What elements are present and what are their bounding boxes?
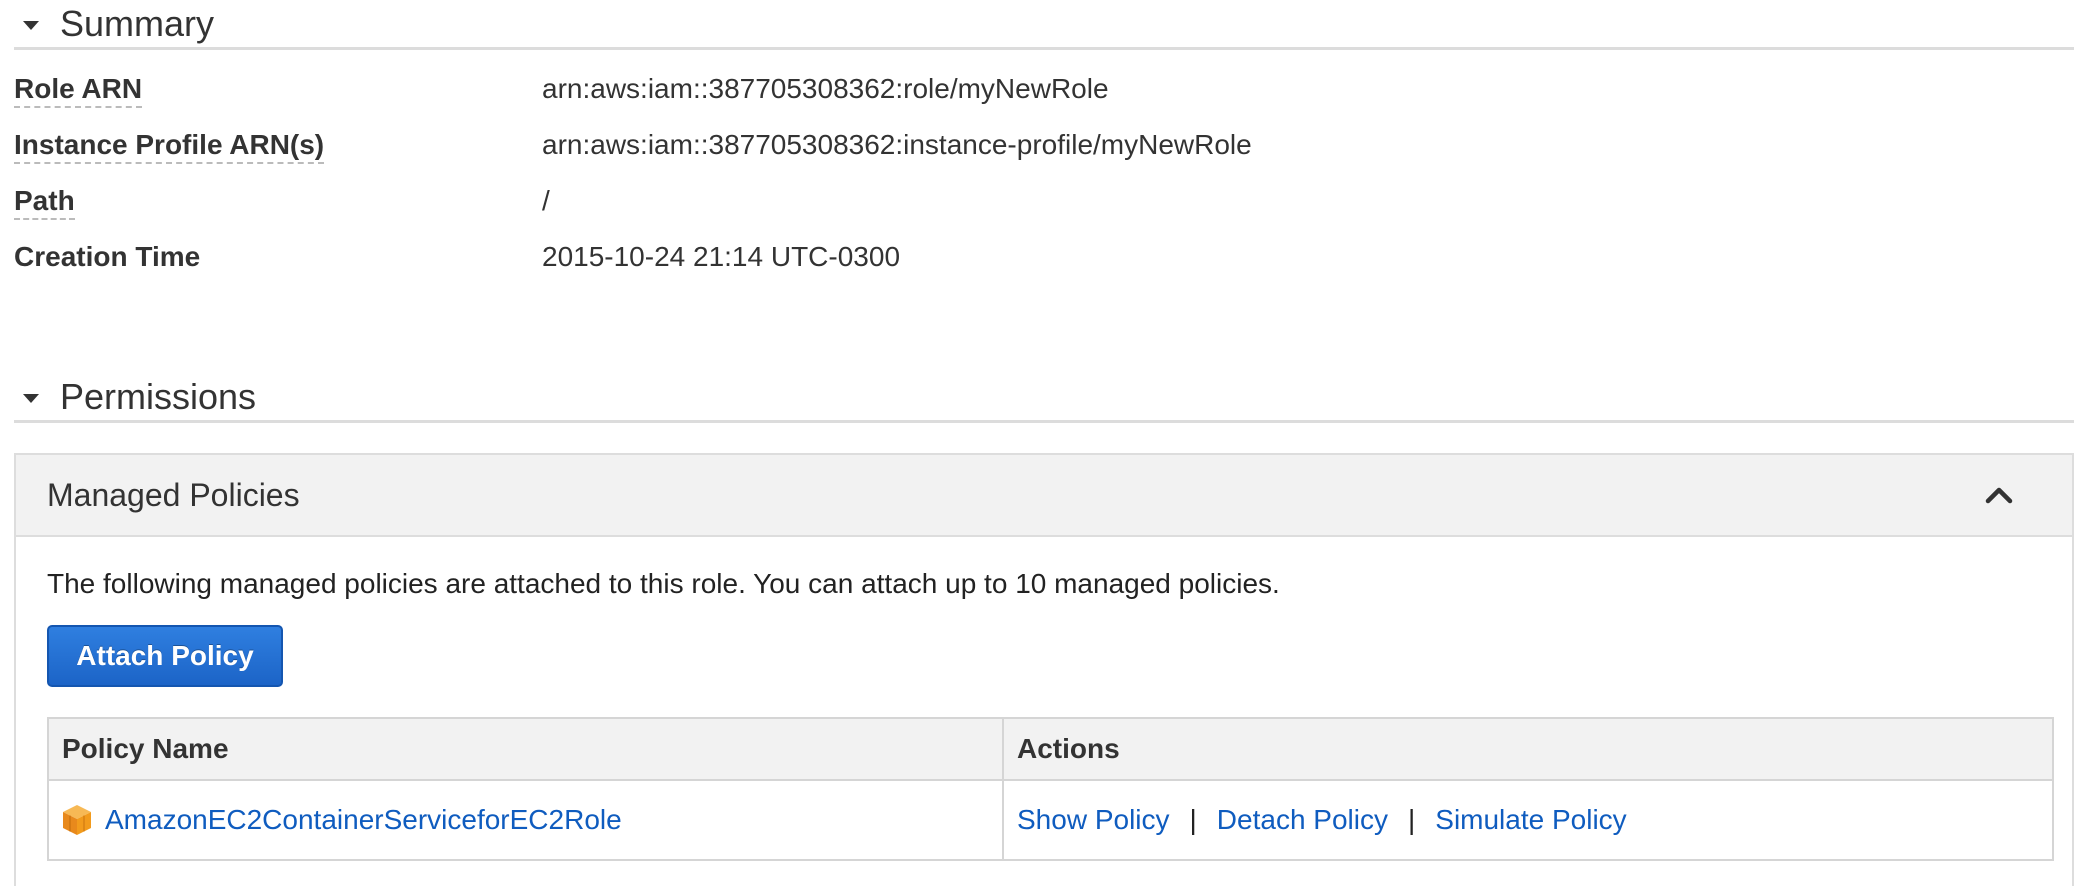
aws-policy-cube-icon xyxy=(63,805,91,835)
role-summary-page: Summary Role ARN arn:aws:iam::3877053083… xyxy=(0,0,2078,886)
managed-policies-table: Policy Name Actions AmazonEC2ContainerSe… xyxy=(47,717,2054,861)
table-header-row: Policy Name Actions xyxy=(47,717,2054,781)
summary-row-role-arn: Role ARN arn:aws:iam::387705308362:role/… xyxy=(14,73,1614,113)
summary-title: Summary xyxy=(60,2,215,44)
permissions-title: Permissions xyxy=(60,375,257,417)
summary-row-instance-profile: Instance Profile ARN(s) arn:aws:iam::387… xyxy=(14,129,1614,169)
permissions-section-header[interactable]: Permissions xyxy=(14,373,2074,423)
summary-row-path: Path / xyxy=(14,185,1614,225)
role-arn-value: arn:aws:iam::387705308362:role/myNewRole xyxy=(542,73,1109,104)
instance-profile-arn-value: arn:aws:iam::387705308362:instance-profi… xyxy=(542,129,1252,160)
chevron-up-icon[interactable] xyxy=(1984,483,2014,507)
policy-name-link[interactable]: AmazonEC2ContainerServiceforEC2Role xyxy=(105,804,622,836)
role-arn-label[interactable]: Role ARN xyxy=(14,73,143,108)
summary-section-header[interactable]: Summary xyxy=(14,0,2074,50)
policy-name-column-header: Policy Name xyxy=(47,717,1004,781)
caret-down-icon[interactable] xyxy=(23,393,39,403)
path-label[interactable]: Path xyxy=(14,185,75,220)
action-separator: | xyxy=(1189,804,1197,835)
creation-time-label: Creation Time xyxy=(14,241,201,272)
table-row: AmazonEC2ContainerServiceforEC2Role Show… xyxy=(47,779,2054,861)
summary-row-creation-time: Creation Time 2015-10-24 21:14 UTC-0300 xyxy=(14,241,1614,281)
policy-actions-cell: Show Policy | Detach Policy | Simulate Polic… xyxy=(1002,779,2054,861)
actions-column-header: Actions xyxy=(1002,717,2054,781)
managed-policies-panel-header[interactable]: Managed Policies xyxy=(16,455,2072,537)
creation-time-value: 2015-10-24 21:14 UTC-0300 xyxy=(542,241,901,272)
show-policy-link[interactable]: Show Policy xyxy=(1017,804,1170,835)
managed-policies-panel: Managed Policies The following managed p… xyxy=(14,453,2074,886)
action-separator: | xyxy=(1407,804,1416,835)
simulate-policy-link[interactable]: Simulate Policy xyxy=(1435,804,1626,835)
detach-policy-link[interactable]: Detach Policy xyxy=(1217,804,1388,835)
caret-down-icon[interactable] xyxy=(23,20,39,30)
instance-profile-arn-label[interactable]: Instance Profile ARN(s) xyxy=(14,129,325,164)
policy-name-cell: AmazonEC2ContainerServiceforEC2Role xyxy=(47,779,1004,861)
attach-policy-button[interactable]: Attach Policy xyxy=(47,625,283,687)
path-value: / xyxy=(542,185,550,216)
managed-policies-description: The following managed policies are attac… xyxy=(47,568,1280,599)
managed-policies-title: Managed Policies xyxy=(47,476,300,513)
